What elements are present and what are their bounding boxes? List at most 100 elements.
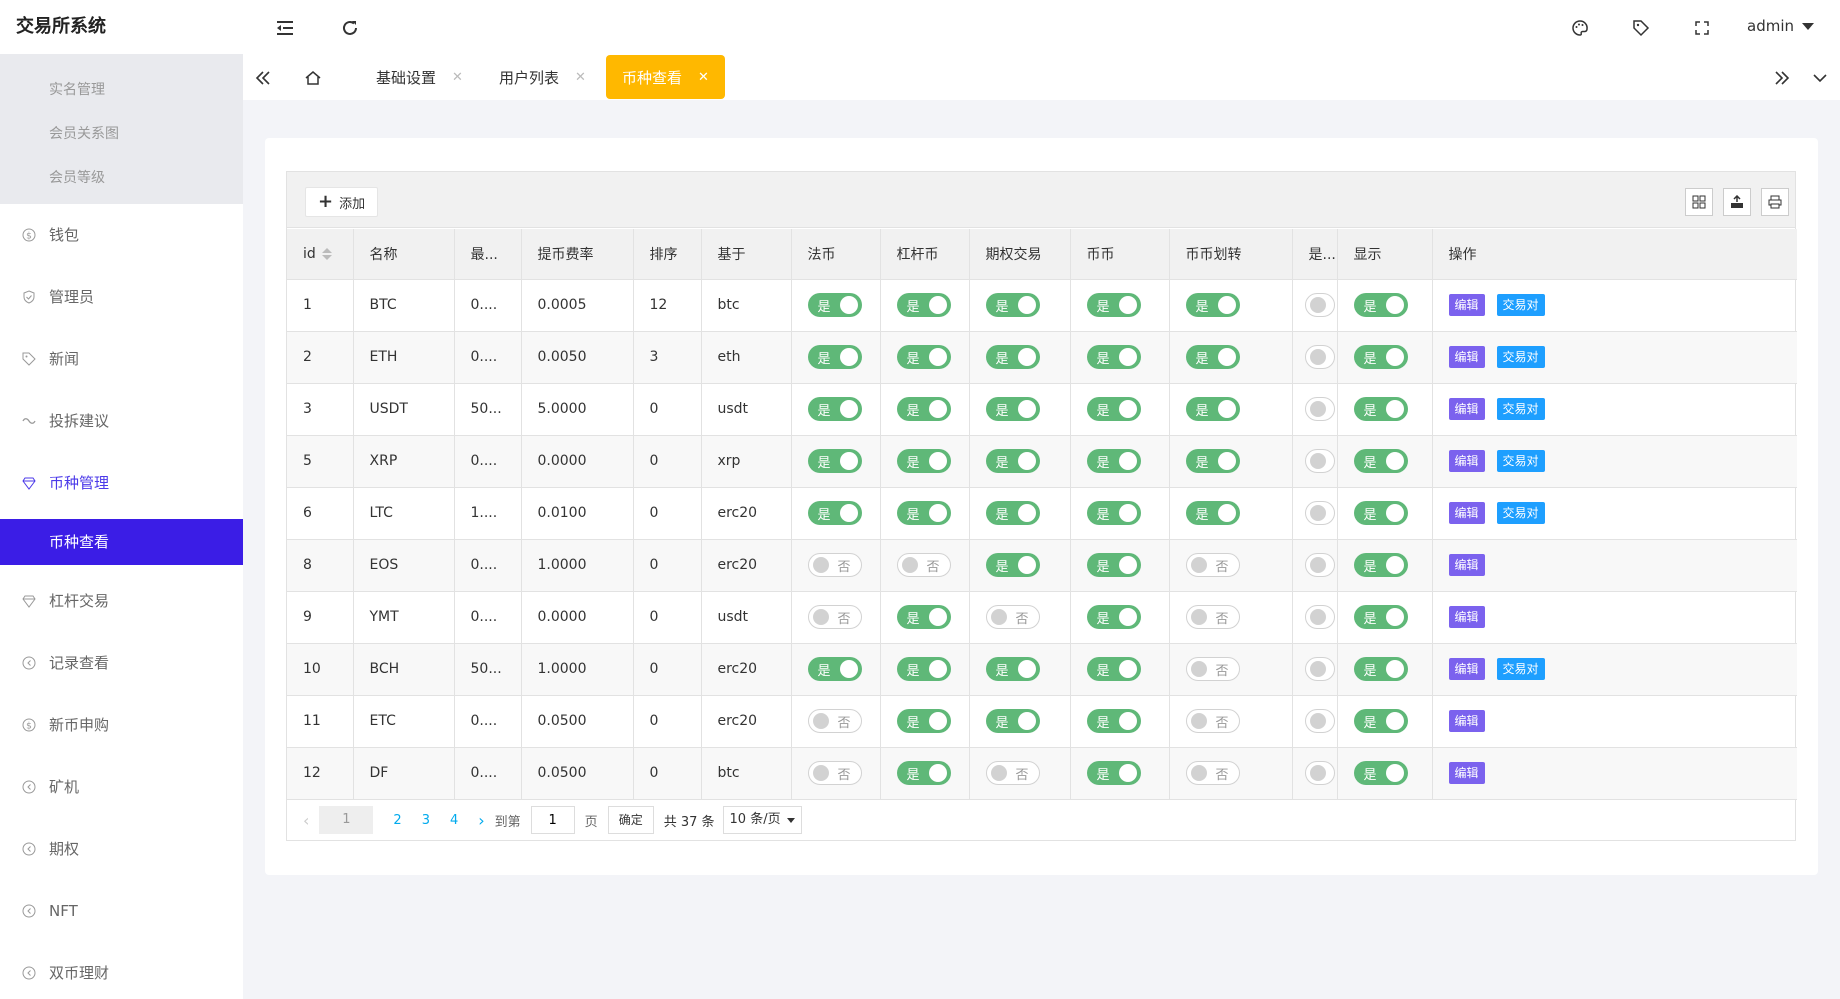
is-switch[interactable] bbox=[1304, 553, 1335, 577]
sort-icon[interactable] bbox=[321, 247, 332, 260]
coin-switch[interactable]: 是 bbox=[1086, 449, 1141, 473]
transfer-switch[interactable]: 是 bbox=[1185, 449, 1240, 473]
show-switch[interactable]: 是 bbox=[1353, 605, 1408, 629]
option-switch[interactable]: 是 bbox=[985, 449, 1040, 473]
option-switch[interactable]: 是 bbox=[985, 501, 1040, 525]
option-switch[interactable]: 否 bbox=[985, 605, 1040, 629]
fiat-switch[interactable]: 是 bbox=[807, 657, 862, 681]
sidebar-subitem-coin-view[interactable]: 币种查看 bbox=[0, 519, 243, 565]
option-switch[interactable]: 是 bbox=[985, 657, 1040, 681]
sidebar-item-8[interactable]: 矿机 bbox=[0, 756, 243, 818]
transfer-switch[interactable]: 否 bbox=[1185, 761, 1240, 785]
fiat-switch[interactable]: 是 bbox=[807, 293, 862, 317]
is-switch[interactable] bbox=[1304, 293, 1335, 317]
edit-button[interactable]: 编辑 bbox=[1448, 398, 1485, 420]
close-icon[interactable]: ✕ bbox=[698, 70, 709, 85]
fiat-switch[interactable]: 否 bbox=[807, 605, 862, 629]
tab-home-icon[interactable] bbox=[293, 55, 333, 100]
page-link[interactable]: 3 bbox=[422, 813, 430, 828]
edit-button[interactable]: 编辑 bbox=[1448, 294, 1485, 316]
transfer-switch[interactable]: 是 bbox=[1185, 293, 1240, 317]
coin-switch[interactable]: 是 bbox=[1086, 501, 1141, 525]
lever-switch[interactable]: 是 bbox=[896, 709, 951, 733]
coin-switch[interactable]: 是 bbox=[1086, 709, 1141, 733]
lever-switch[interactable]: 是 bbox=[896, 657, 951, 681]
sidebar-item-10[interactable]: NFT bbox=[0, 880, 243, 942]
user-menu[interactable]: admin bbox=[1747, 17, 1814, 35]
is-switch[interactable] bbox=[1304, 397, 1335, 421]
transfer-switch[interactable]: 是 bbox=[1185, 397, 1240, 421]
coin-switch[interactable]: 是 bbox=[1086, 345, 1141, 369]
coin-switch[interactable]: 是 bbox=[1086, 605, 1141, 629]
transfer-switch[interactable]: 是 bbox=[1185, 345, 1240, 369]
fiat-switch[interactable]: 否 bbox=[807, 709, 862, 733]
option-switch[interactable]: 否 bbox=[985, 761, 1040, 785]
sidebar-item-11[interactable]: 双币理财 bbox=[0, 942, 243, 999]
trading-pair-button[interactable]: 交易对 bbox=[1496, 658, 1545, 680]
coin-switch[interactable]: 是 bbox=[1086, 761, 1141, 785]
tabs-scroll-right-icon[interactable] bbox=[1762, 55, 1802, 100]
edit-button[interactable]: 编辑 bbox=[1448, 658, 1485, 680]
show-switch[interactable]: 是 bbox=[1353, 501, 1408, 525]
goto-confirm-button[interactable]: 确定 bbox=[607, 806, 654, 834]
tabs-dropdown-icon[interactable] bbox=[1800, 55, 1840, 100]
close-icon[interactable]: ✕ bbox=[575, 70, 586, 85]
tab-basic-settings[interactable]: 基础设置 ✕ bbox=[376, 55, 463, 100]
tab-coin-view[interactable]: 币种查看 ✕ bbox=[606, 55, 725, 99]
lever-switch[interactable]: 否 bbox=[896, 553, 951, 577]
theme-palette-icon[interactable] bbox=[1569, 17, 1591, 39]
show-switch[interactable]: 是 bbox=[1353, 761, 1408, 785]
lever-switch[interactable]: 是 bbox=[896, 345, 951, 369]
is-switch[interactable] bbox=[1304, 501, 1335, 525]
fullscreen-icon[interactable] bbox=[1691, 17, 1713, 39]
fiat-switch[interactable]: 否 bbox=[807, 553, 862, 577]
fiat-switch[interactable]: 否 bbox=[807, 761, 862, 785]
sidebar-item-2[interactable]: 新闻 bbox=[0, 328, 243, 390]
sidebar-item-5[interactable]: 杠杆交易 bbox=[0, 570, 243, 632]
next-page-icon[interactable]: › bbox=[478, 811, 484, 830]
lever-switch[interactable]: 是 bbox=[896, 397, 951, 421]
edit-button[interactable]: 编辑 bbox=[1448, 762, 1485, 784]
lever-switch[interactable]: 是 bbox=[896, 501, 951, 525]
sidebar-subitem-level[interactable]: 会员等级 bbox=[0, 156, 243, 200]
prev-page-icon[interactable]: ‹ bbox=[303, 811, 309, 830]
is-switch[interactable] bbox=[1304, 709, 1335, 733]
show-switch[interactable]: 是 bbox=[1353, 449, 1408, 473]
tab-user-list[interactable]: 用户列表 ✕ bbox=[499, 55, 586, 100]
show-switch[interactable]: 是 bbox=[1353, 709, 1408, 733]
sidebar-item-1[interactable]: 管理员 bbox=[0, 266, 243, 328]
edit-button[interactable]: 编辑 bbox=[1448, 502, 1485, 524]
is-switch[interactable] bbox=[1304, 345, 1335, 369]
transfer-switch[interactable]: 否 bbox=[1185, 553, 1240, 577]
sidebar-subitem-relation[interactable]: 会员关系图 bbox=[0, 112, 243, 156]
lever-switch[interactable]: 是 bbox=[896, 761, 951, 785]
trading-pair-button[interactable]: 交易对 bbox=[1496, 398, 1545, 420]
show-switch[interactable]: 是 bbox=[1353, 293, 1408, 317]
sidebar-item-4[interactable]: 币种管理 bbox=[0, 452, 243, 514]
coin-switch[interactable]: 是 bbox=[1086, 293, 1141, 317]
tabs-scroll-left-icon[interactable] bbox=[243, 55, 283, 100]
edit-button[interactable]: 编辑 bbox=[1448, 606, 1485, 628]
trading-pair-button[interactable]: 交易对 bbox=[1496, 294, 1545, 316]
menu-collapse-icon[interactable] bbox=[274, 17, 296, 39]
transfer-switch[interactable]: 否 bbox=[1185, 605, 1240, 629]
show-switch[interactable]: 是 bbox=[1353, 397, 1408, 421]
transfer-switch[interactable]: 否 bbox=[1185, 657, 1240, 681]
goto-page-input[interactable] bbox=[530, 806, 575, 834]
option-switch[interactable]: 是 bbox=[985, 709, 1040, 733]
sidebar-item-9[interactable]: 期权 bbox=[0, 818, 243, 880]
coin-switch[interactable]: 是 bbox=[1086, 657, 1141, 681]
add-button[interactable]: + 添加 bbox=[305, 187, 379, 217]
col-header-id[interactable]: id bbox=[287, 229, 354, 280]
show-switch[interactable]: 是 bbox=[1353, 553, 1408, 577]
option-switch[interactable]: 是 bbox=[985, 293, 1040, 317]
fiat-switch[interactable]: 是 bbox=[807, 345, 862, 369]
page-link[interactable]: 2 bbox=[393, 813, 401, 828]
coin-switch[interactable]: 是 bbox=[1086, 553, 1141, 577]
edit-button[interactable]: 编辑 bbox=[1448, 710, 1485, 732]
lever-switch[interactable]: 是 bbox=[896, 293, 951, 317]
edit-button[interactable]: 编辑 bbox=[1448, 554, 1485, 576]
is-switch[interactable] bbox=[1304, 449, 1335, 473]
is-switch[interactable] bbox=[1304, 761, 1335, 785]
trading-pair-button[interactable]: 交易对 bbox=[1496, 502, 1545, 524]
